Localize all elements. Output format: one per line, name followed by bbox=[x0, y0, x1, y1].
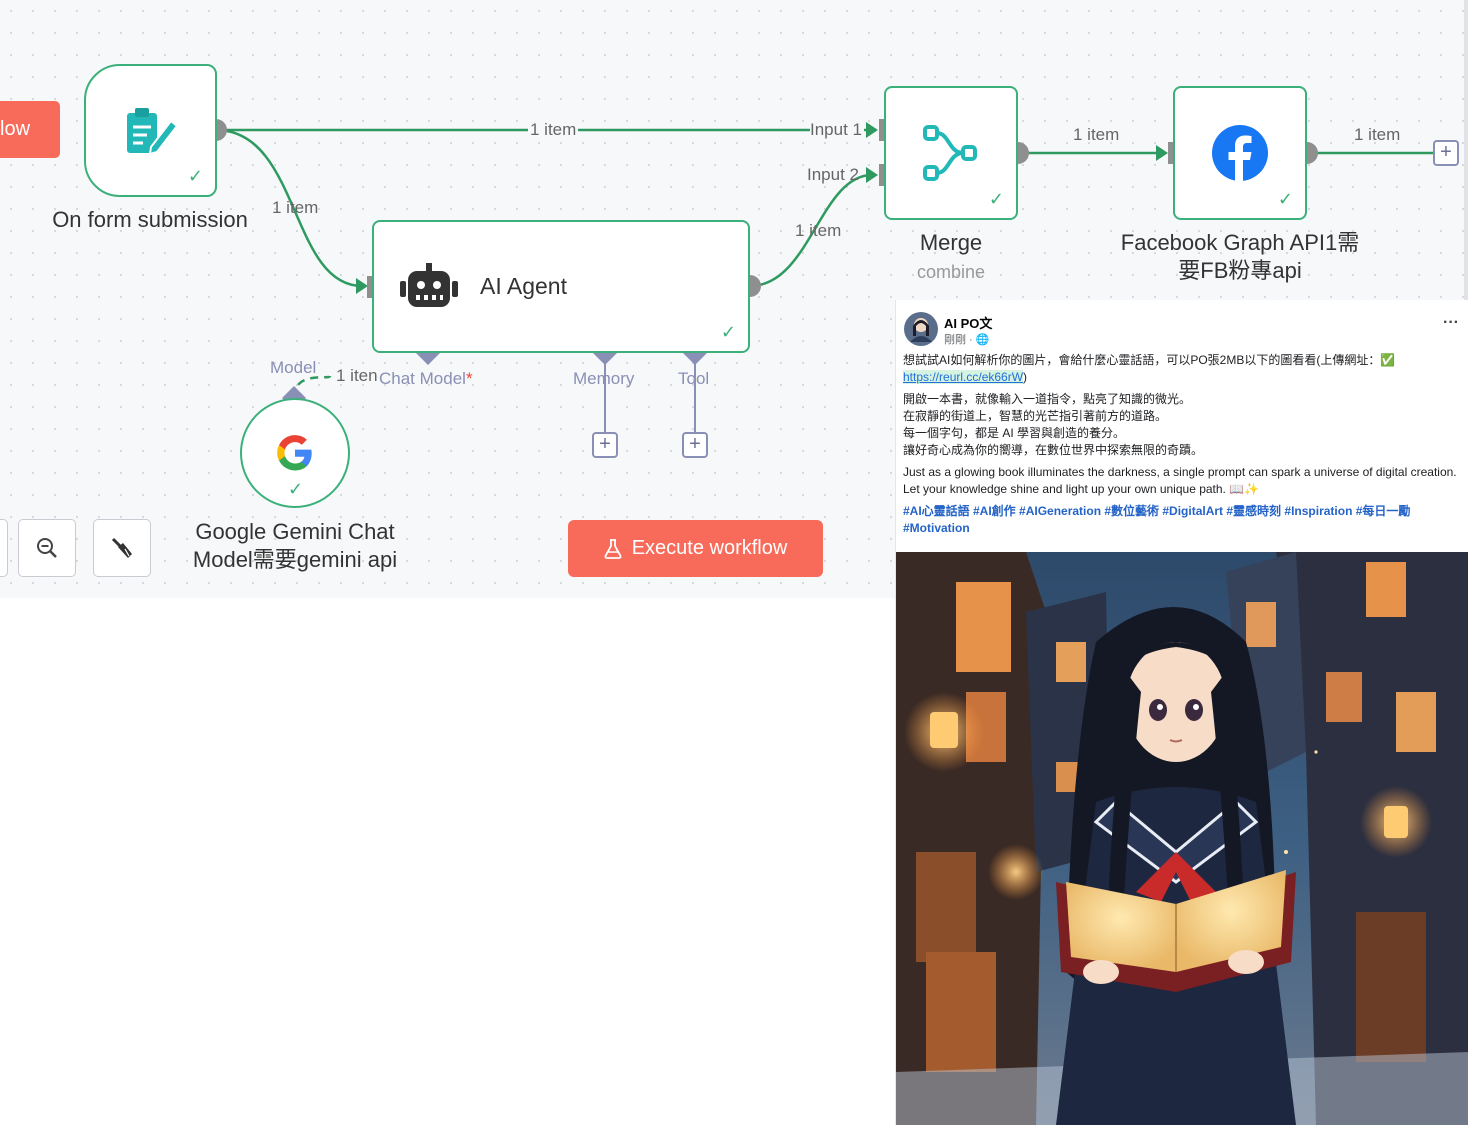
edge-label-form-merge: 1 item bbox=[528, 120, 579, 140]
arrow-input2 bbox=[866, 167, 878, 183]
post-cn-line: 在寂靜的街道上，智慧的光芒指引著前方的道路。 bbox=[903, 409, 1168, 423]
form-pencil-icon bbox=[126, 107, 178, 155]
input2-label: Input 2 bbox=[807, 165, 859, 184]
post-cn-line: 開啟一本書，就像輸入一道指令，點亮了知識的微光。 bbox=[903, 392, 1192, 406]
facebook-node-label-2: 要FB粉專api bbox=[1178, 258, 1302, 283]
chat-model-label: Chat Model* bbox=[379, 369, 473, 389]
post-line1: 想試試AI如何解析你的圖片，會給什麼心靈話語，可以PO張2MB以下的圖看看(上傳… bbox=[903, 352, 1458, 369]
success-check-icon: ✓ bbox=[187, 166, 203, 186]
success-check-icon: ✓ bbox=[988, 189, 1004, 209]
post-link[interactable]: https://reurl.cc/ek66rW bbox=[903, 370, 1024, 384]
edge-label-gemini-agent: 1 iten bbox=[336, 366, 378, 385]
merge-node-sublabel: combine bbox=[916, 262, 986, 282]
tool-label: Tool bbox=[678, 369, 710, 388]
zoom-out-button[interactable] bbox=[18, 519, 76, 577]
success-check-icon: ✓ bbox=[288, 479, 304, 499]
post-image[interactable] bbox=[896, 552, 1468, 1125]
post-body: 想試試AI如何解析你的圖片，會給什麼心靈話語，可以PO張2MB以下的圖看看(上傳… bbox=[903, 352, 1458, 537]
post-cn-line: 每一個字句，都是 AI 學習與創造的養分。 bbox=[903, 426, 1126, 440]
broom-icon bbox=[111, 537, 132, 558]
add-memory-button[interactable]: + bbox=[592, 432, 618, 458]
required-mark: * bbox=[465, 369, 473, 388]
post-english-text: Just as a glowing book illuminates the d… bbox=[903, 465, 1457, 496]
edge-label-form-agent: 1 item bbox=[272, 198, 319, 217]
avatar[interactable] bbox=[904, 312, 938, 346]
add-tool-button[interactable]: + bbox=[682, 432, 708, 458]
form-trigger-node[interactable]: ✓ bbox=[84, 64, 217, 197]
edge-label-agent-merge: 1 item bbox=[795, 221, 842, 240]
success-check-icon: ✓ bbox=[720, 322, 736, 342]
post-intro: 想試試AI如何解析你的圖片，會給什麼心靈話語，可以PO張2MB以下的圖看看(上傳… bbox=[903, 353, 1381, 367]
arrow-fb-in bbox=[1156, 145, 1168, 161]
facebook-graph-node[interactable]: ✓ bbox=[1173, 86, 1307, 220]
success-check-icon: ✓ bbox=[1277, 189, 1293, 209]
add-next-node-button[interactable]: + bbox=[1433, 140, 1459, 166]
more-options-icon[interactable]: ··· bbox=[1443, 314, 1459, 332]
post-meta: 剛剛 · 🌐 bbox=[944, 331, 989, 347]
facebook-node-label-1: Facebook Graph API1需 bbox=[1120, 230, 1360, 255]
merge-node[interactable]: ✓ bbox=[884, 86, 1018, 220]
gemini-node-label-1: Google Gemini Chat bbox=[195, 519, 395, 544]
merge-node-label: Merge bbox=[919, 230, 983, 255]
google-g-icon bbox=[277, 435, 312, 471]
toolbar-button-partial[interactable] bbox=[0, 519, 8, 577]
arrow-agent-in bbox=[356, 278, 368, 294]
arrow-input1 bbox=[866, 122, 878, 138]
chat-model-text: Chat Model bbox=[379, 369, 466, 388]
post-author[interactable]: AI PO文 bbox=[944, 313, 992, 332]
flask-icon bbox=[604, 538, 622, 559]
ai-agent-node[interactable]: AI Agent ✓ bbox=[372, 220, 750, 353]
gemini-chat-model-node[interactable]: ✓ bbox=[240, 398, 350, 508]
model-label: Model bbox=[270, 358, 317, 377]
merge-icon bbox=[923, 125, 977, 181]
zoom-out-icon bbox=[37, 538, 57, 558]
tidy-up-button[interactable] bbox=[93, 519, 151, 577]
globe-icon: 🌐 bbox=[975, 334, 990, 346]
ai-agent-label: AI Agent bbox=[480, 273, 567, 299]
post-header: AI PO文 剛剛 · 🌐 ··· bbox=[904, 312, 1459, 346]
workflow-tab-button[interactable]: low bbox=[0, 101, 60, 158]
form-node-label: On form submission bbox=[52, 207, 248, 232]
memory-label: Memory bbox=[573, 369, 635, 388]
edge-label-merge-fb: 1 item bbox=[1073, 125, 1120, 144]
post-hashtags[interactable]: #AI心靈話語 #AI創作 #AIGeneration #數位藝術 #Digit… bbox=[903, 503, 1458, 537]
edge-label-fb-out: 1 item bbox=[1354, 125, 1401, 144]
verified-check-icon: ✅ bbox=[1380, 353, 1396, 367]
execute-workflow-label: Execute workflow bbox=[631, 537, 788, 559]
gemini-node-label-2: Model需要gemini api bbox=[192, 547, 398, 572]
facebook-icon bbox=[1212, 125, 1268, 181]
canvas-right-border bbox=[1464, 0, 1468, 300]
post-link-close: ) bbox=[1023, 370, 1028, 384]
execute-workflow-button[interactable]: Execute workflow bbox=[568, 520, 823, 577]
post-time: 剛剛 · bbox=[944, 334, 976, 346]
robot-icon bbox=[400, 262, 458, 307]
post-cn-line: 讓好奇心成為你的嚮導，在數位世界中探索無限的奇蹟。 bbox=[903, 443, 1204, 457]
facebook-post: AI PO文 剛剛 · 🌐 ··· 想試試AI如何解析你的圖片，會給什麼心靈話語… bbox=[895, 300, 1468, 1125]
post-link-line: https://reurl.cc/ek66rW) bbox=[903, 369, 1458, 386]
input1-label: Input 1 bbox=[810, 120, 864, 140]
